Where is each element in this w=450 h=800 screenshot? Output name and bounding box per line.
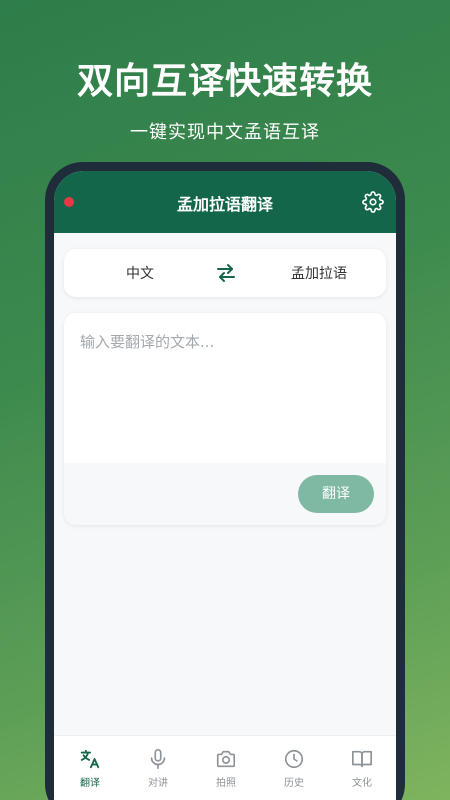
tab-culture[interactable]: 文化 bbox=[328, 736, 396, 800]
target-language-button[interactable]: 孟加拉语 bbox=[274, 263, 364, 283]
tab-label: 文化 bbox=[352, 778, 372, 789]
translate-button[interactable]: 翻译 bbox=[298, 475, 374, 513]
book-icon bbox=[352, 750, 372, 768]
source-text-input[interactable] bbox=[64, 313, 386, 463]
microphone-icon bbox=[150, 749, 166, 769]
clock-icon bbox=[284, 749, 304, 769]
promo-title: 双向互译快速转换 bbox=[76, 61, 373, 102]
phone-frame: 孟加拉语翻译 中文 孟加拉语 输入要翻译的文本... 翻译 翻译 对讲 拍照 历… bbox=[45, 162, 405, 800]
tab-camera[interactable]: 拍照 bbox=[192, 736, 260, 800]
gear-icon bbox=[362, 191, 384, 213]
app-header: 孟加拉语翻译 bbox=[54, 171, 396, 233]
promo-subtitle: 一键实现中文孟语互译 bbox=[130, 122, 320, 143]
tab-label: 历史 bbox=[284, 778, 304, 789]
translate-icon bbox=[80, 749, 100, 769]
swap-arrows-icon bbox=[217, 264, 235, 282]
app-screen: 孟加拉语翻译 中文 孟加拉语 输入要翻译的文本... 翻译 翻译 对讲 拍照 历… bbox=[54, 171, 396, 800]
tab-translate[interactable]: 翻译 bbox=[56, 736, 124, 800]
tab-label: 拍照 bbox=[216, 778, 236, 789]
tab-label: 对讲 bbox=[148, 778, 168, 789]
bottom-tab-bar: 翻译 对讲 拍照 历史 文化 bbox=[54, 735, 396, 800]
app-title: 孟加拉语翻译 bbox=[176, 195, 273, 214]
tab-label: 翻译 bbox=[80, 778, 100, 789]
tab-history[interactable]: 历史 bbox=[260, 736, 328, 800]
input-card: 翻译 bbox=[64, 313, 386, 525]
tab-talk[interactable]: 对讲 bbox=[124, 736, 192, 800]
language-selector: 中文 孟加拉语 bbox=[64, 249, 386, 297]
swap-languages-button[interactable] bbox=[214, 261, 238, 285]
settings-button[interactable] bbox=[362, 191, 384, 213]
input-footer: 翻译 bbox=[64, 463, 386, 525]
camera-icon bbox=[216, 750, 236, 768]
source-language-button[interactable]: 中文 bbox=[104, 263, 176, 283]
